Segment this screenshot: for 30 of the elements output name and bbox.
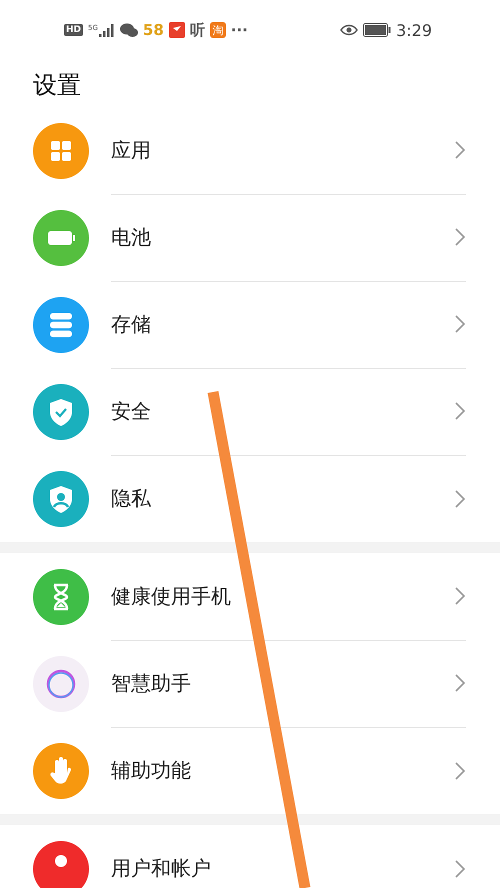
chat-bubbles-icon: [120, 22, 138, 38]
settings-item[interactable]: 智慧助手: [111, 670, 282, 696]
settings-item[interactable]: 隐私: [111, 485, 282, 512]
status-time: 3:29: [396, 20, 432, 40]
eye-icon: [340, 24, 358, 36]
settings-item[interactable]: 应用: [111, 136, 282, 164]
settings-item[interactable]: 用户和帐户: [111, 855, 282, 882]
notification-label: 58: [142, 21, 164, 39]
notification-label: ···: [230, 21, 248, 39]
notification-label: 听: [190, 20, 205, 40]
hd-indicator: HD: [64, 24, 84, 36]
signal-icon: [98, 24, 115, 36]
app-notification-icon: 淘: [210, 22, 226, 38]
app-notification-icon: [168, 22, 185, 38]
chevron-icon: [454, 673, 466, 693]
settings-item[interactable]: 健康使用手机: [111, 582, 282, 610]
chevron-icon: [454, 140, 466, 160]
chevron-icon: [454, 858, 466, 878]
settings-item[interactable]: 电池: [111, 224, 282, 250]
settings-item[interactable]: 辅助功能: [111, 757, 282, 784]
settings-item[interactable]: 安全: [111, 398, 282, 424]
chevron-icon: [454, 488, 466, 508]
chevron-icon: [454, 227, 466, 247]
chevron-icon: [454, 586, 466, 606]
chevron-icon: [454, 314, 466, 334]
chevron-icon: [454, 401, 466, 421]
chevron-icon: [454, 760, 466, 780]
battery-icon: [363, 23, 392, 37]
page-title: 设置: [33, 70, 81, 101]
settings-item[interactable]: 存储: [111, 310, 282, 338]
